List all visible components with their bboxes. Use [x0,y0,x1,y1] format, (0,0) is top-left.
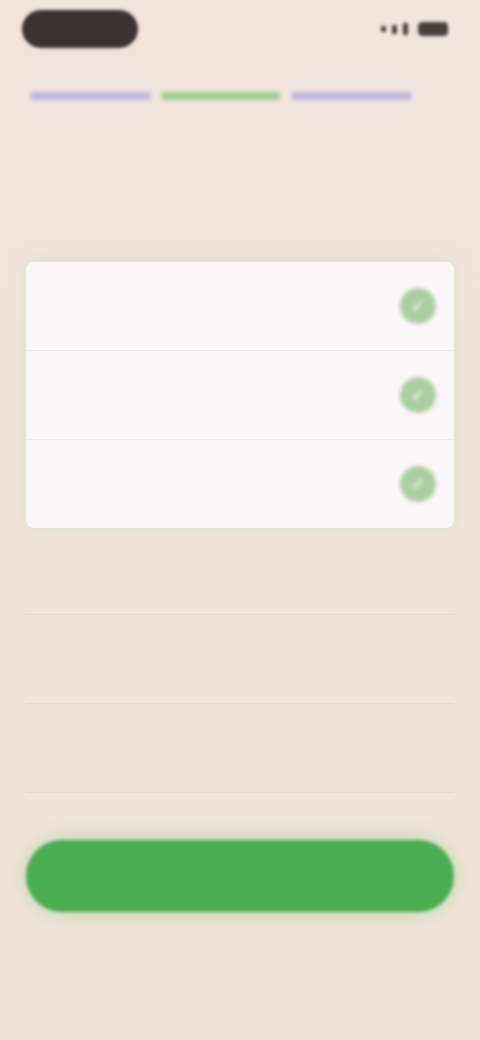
progress-step-2 [160,92,282,100]
check-icon: ✓ [400,466,436,502]
battery-icon [418,22,448,36]
selected-options-card: ✓ ✓ ✓ [26,262,454,528]
option-row-selected[interactable]: ✓ [26,262,454,351]
progress-step-1 [30,92,151,100]
option-row[interactable] [26,615,454,704]
option-row-selected[interactable]: ✓ [26,351,454,440]
option-row-selected[interactable]: ✓ [26,440,454,528]
signal-icon [392,24,397,34]
unselected-options-list [26,526,454,793]
progress-step-3 [291,92,413,100]
option-row[interactable] [26,526,454,615]
status-icons [381,22,448,36]
check-icon: ✓ [400,377,436,413]
step-progress-bar [30,92,413,100]
check-icon: ✓ [400,288,436,324]
status-bar [0,0,480,60]
wifi-icon [403,23,408,35]
status-time-pill [22,10,138,48]
option-row[interactable] [26,704,454,793]
onboarding-screen: ✓ ✓ ✓ [0,0,480,1040]
continue-button[interactable] [26,840,454,912]
signal-icon [381,26,386,32]
